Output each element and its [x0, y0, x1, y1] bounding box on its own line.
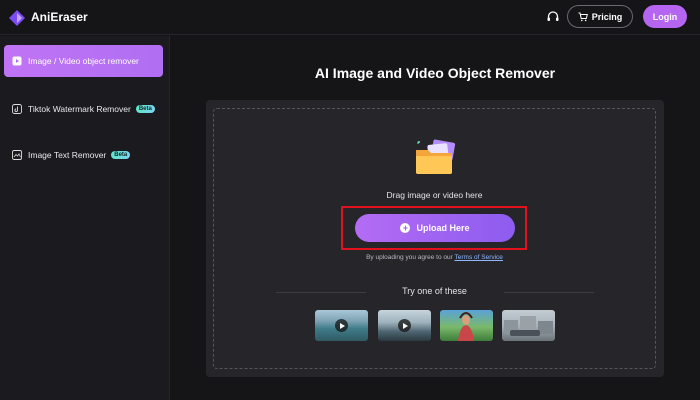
page-title: AI Image and Video Object Remover [314, 65, 556, 81]
folder-icon [416, 139, 456, 174]
sidebar-item-label: Image Text Remover [28, 150, 107, 160]
play-icon [335, 319, 348, 332]
street-photo [504, 316, 553, 336]
logo-icon[interactable] [8, 9, 26, 27]
upload-label: Upload Here [416, 223, 470, 233]
pricing-button[interactable]: Pricing [567, 5, 633, 28]
headset-icon[interactable] [546, 10, 560, 24]
terms-link[interactable]: Terms of Service [455, 254, 503, 261]
top-bar: AniEraser Pricing Login [0, 0, 700, 35]
sample-thumbnail-2[interactable] [378, 310, 431, 341]
sample-thumbnail-3[interactable] [440, 310, 493, 341]
sidebar-item-label: Image / Video object remover [28, 56, 139, 66]
brand-name[interactable]: AniEraser [31, 10, 88, 24]
tiktok-icon [12, 104, 22, 114]
play-icon [398, 319, 411, 332]
pricing-label: Pricing [591, 11, 623, 22]
sample-thumbnail-4[interactable] [502, 310, 555, 341]
upload-button[interactable]: + Upload Here [355, 214, 515, 242]
sidebar: Image / Video object remover Tiktok Wate… [0, 36, 170, 400]
sidebar-item-tiktok-watermark[interactable]: Tiktok Watermark Remover Beta [4, 93, 163, 125]
terms-prefix: By uploading you agree to our [366, 254, 453, 261]
login-button[interactable]: Login [643, 5, 687, 28]
sidebar-item-object-remover[interactable]: Image / Video object remover [4, 45, 163, 77]
play-square-icon [12, 56, 22, 66]
beta-badge: Beta [111, 151, 131, 159]
sidebar-item-image-text-remover[interactable]: Image Text Remover Beta [4, 139, 163, 171]
cart-icon [578, 12, 588, 21]
drag-instruction: Drag image or video here [386, 190, 483, 200]
person-photo [458, 312, 474, 341]
beta-badge: Beta [135, 105, 155, 113]
sample-thumbnail-1[interactable] [315, 310, 368, 341]
sidebar-item-label: Tiktok Watermark Remover [28, 104, 131, 114]
terms-notice: By uploading you agree to our Terms of S… [213, 254, 656, 261]
try-samples-label: Try one of these [402, 286, 467, 296]
plus-icon: + [400, 223, 411, 233]
image-text-icon [12, 150, 22, 160]
